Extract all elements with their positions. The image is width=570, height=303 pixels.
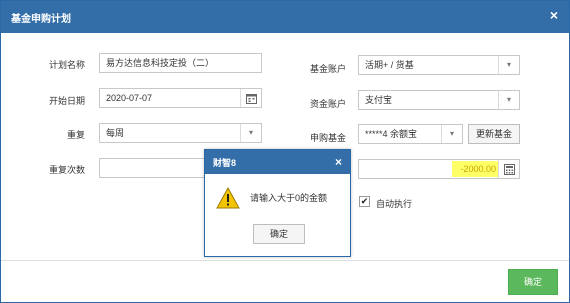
auto-execute-checkbox[interactable]: ✔: [359, 196, 370, 207]
popup-title: 财智8: [213, 158, 237, 168]
popup-message: 请输入大于0的金额: [250, 193, 328, 203]
cash-account-value: 支付宝: [365, 95, 393, 105]
chevron-down-icon: ▾: [498, 91, 519, 109]
fund-account-label: 基金账户: [309, 64, 346, 74]
cash-account-label: 资金账户: [309, 99, 346, 109]
start-date-input[interactable]: 2020-07-07: [99, 88, 262, 108]
start-date-label: 开始日期: [48, 96, 85, 106]
auto-execute-label: 自动执行: [376, 199, 413, 209]
chevron-down-icon: ▾: [240, 124, 261, 142]
fund-account-select[interactable]: 活期+ / 货基 ▾: [358, 55, 520, 75]
repeat-count-input[interactable]: [99, 158, 207, 178]
repeat-select[interactable]: 每周 ▾: [99, 123, 262, 143]
purchase-fund-label: 申购基金: [309, 133, 346, 143]
dialog-title: 基金申购计划: [11, 14, 71, 25]
start-date-value: 2020-07-07: [106, 93, 153, 103]
calendar-icon[interactable]: [240, 89, 261, 107]
alert-popup: 财智8 × 请输入大于0的金额 确定: [204, 149, 351, 257]
popup-titlebar: 财智8 ×: [205, 150, 350, 174]
plan-name-label: 计划名称: [48, 60, 85, 70]
repeat-value: 每周: [106, 128, 125, 138]
amount-value: -2000.00: [452, 161, 498, 177]
chevron-down-icon: ▾: [441, 125, 462, 143]
warning-icon: [216, 187, 240, 209]
amount-input[interactable]: -2000.00: [358, 159, 520, 179]
repeat-count-label: 重复次数: [48, 165, 85, 175]
close-icon[interactable]: ×: [335, 155, 342, 169]
purchase-fund-value: *****4 余额宝: [365, 129, 418, 139]
footer-divider: [1, 260, 569, 261]
repeat-label: 重复: [66, 130, 85, 140]
dialog-titlebar: 基金申购计划 ×: [1, 1, 569, 33]
close-icon[interactable]: ×: [546, 7, 562, 23]
fund-account-value: 活期+ / 货基: [365, 60, 414, 70]
purchase-fund-select[interactable]: *****4 余额宝 ▾: [358, 124, 463, 144]
calculator-icon[interactable]: [498, 160, 519, 178]
update-fund-button[interactable]: 更新基金: [468, 124, 520, 144]
plan-name-input[interactable]: 易方达信息科技定投（二）: [99, 53, 262, 73]
cash-account-select[interactable]: 支付宝 ▾: [358, 90, 520, 110]
popup-ok-button[interactable]: 确定: [253, 224, 305, 244]
chevron-down-icon: ▾: [498, 56, 519, 74]
confirm-button[interactable]: 确定: [508, 269, 558, 295]
